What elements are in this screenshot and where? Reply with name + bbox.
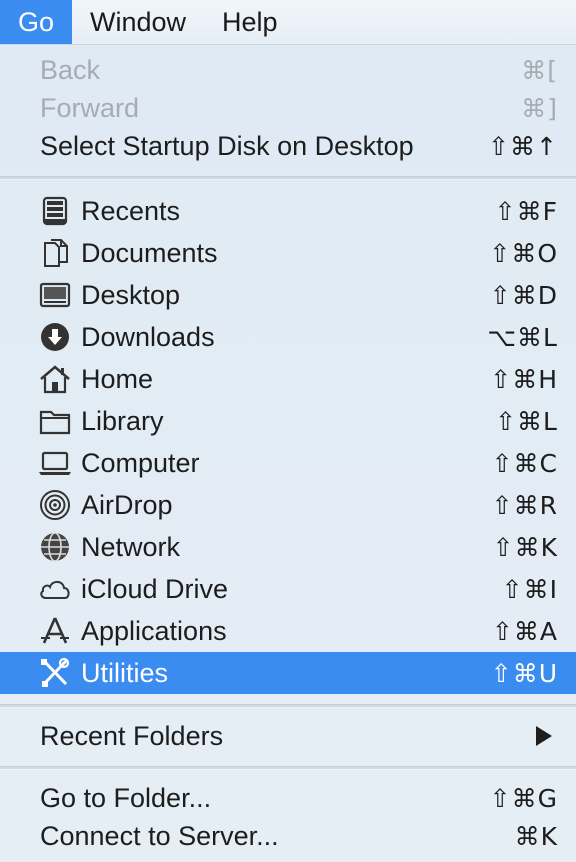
menu-go[interactable]: Go [0,0,72,44]
menu-item-shortcut: ⇧⌘O [489,238,558,268]
menu-item-forward[interactable]: Forward ⌘] [0,89,576,127]
menu-item-icloud-drive[interactable]: iCloud Drive ⇧⌘I [0,568,576,610]
recents-icon [38,194,72,228]
menu-item-shortcut: ⇧⌘A [491,616,558,646]
network-globe-icon [38,530,72,564]
computer-icon [38,446,72,480]
menu-item-shortcut: ⇧⌘U [490,658,558,688]
menu-item-recents[interactable]: Recents ⇧⌘F [0,190,576,232]
menu-item-label: Connect to Server... [40,820,279,851]
menu-item-shortcut: ⇧⌘F [494,196,558,226]
menu-item-label: Computer [81,447,200,478]
go-menu-dropdown: Back ⌘[ Forward ⌘] Select Startup Disk o… [0,45,576,862]
desktop-icon [38,278,72,312]
menu-item-utilities[interactable]: Utilities ⇧⌘U [0,652,576,694]
menu-item-shortcut: ⇧⌘K [492,532,558,562]
menu-separator [0,766,576,770]
menu-item-shortcut: ⌘] [521,93,558,123]
menu-item-shortcut: ⇧⌘I [501,574,558,604]
menu-item-label: Forward [40,92,140,123]
menu-item-shortcut: ⇧⌘C [491,448,558,478]
menu-item-label: Select Startup Disk on Desktop [40,130,414,161]
menu-item-back[interactable]: Back ⌘[ [0,51,576,89]
menu-item-network[interactable]: Network ⇧⌘K [0,526,576,568]
menu-item-shortcut: ⇧⌘R [491,490,558,520]
menu-item-downloads[interactable]: Downloads ⌥⌘L [0,316,576,358]
menu-separator [0,704,576,708]
menu-item-connect-to-server[interactable]: Connect to Server... ⌘K [0,817,576,855]
menu-item-label: Network [81,531,181,562]
menu-item-label: AirDrop [81,489,173,520]
menu-item-applications[interactable]: Applications ⇧⌘A [0,610,576,652]
menu-item-label: Back [40,54,101,85]
menu-item-computer[interactable]: Computer ⇧⌘C [0,442,576,484]
menu-item-label: Applications [81,615,227,646]
menu-item-library[interactable]: Library ⇧⌘L [0,400,576,442]
downloads-icon [38,320,72,354]
menu-item-shortcut: ⌥⌘L [487,322,558,352]
menu-item-label: Library [81,405,164,436]
airdrop-icon [38,488,72,522]
menu-item-label: iCloud Drive [81,573,229,604]
menu-item-shortcut: ⇧⌘↑ [488,131,558,161]
menu-window[interactable]: Window [72,0,204,44]
menu-item-label: Home [81,363,154,394]
documents-icon [38,236,72,270]
menu-separator [0,176,576,180]
home-icon [38,362,72,396]
menu-item-label: Go to Folder... [40,782,212,813]
menu-item-label: Downloads [81,321,215,352]
menu-item-label: Documents [81,237,218,268]
menu-item-shortcut: ⌘K [514,821,558,851]
cloud-icon [38,572,72,606]
menu-item-select-startup-disk[interactable]: Select Startup Disk on Desktop ⇧⌘↑ [0,127,576,165]
menu-item-shortcut: ⌘[ [521,55,558,85]
utilities-tools-icon [38,656,72,690]
menu-help[interactable]: Help [204,0,296,44]
applications-icon [38,614,72,648]
menu-item-label: Recent Folders [40,720,224,751]
menu-item-home[interactable]: Home ⇧⌘H [0,358,576,400]
menu-item-label: Utilities [81,657,169,688]
menu-item-shortcut: ⇧⌘L [495,406,558,436]
menu-item-desktop[interactable]: Desktop ⇧⌘D [0,274,576,316]
menu-item-airdrop[interactable]: AirDrop ⇧⌘R [0,484,576,526]
menu-item-label: Recents [81,195,181,226]
submenu-arrow-icon [536,726,552,746]
menu-item-shortcut: ⇧⌘H [490,364,558,394]
menu-item-go-to-folder[interactable]: Go to Folder... ⇧⌘G [0,779,576,817]
menu-bar: Go Window Help [0,0,576,45]
menu-item-label: Desktop [81,279,181,310]
menu-item-shortcut: ⇧⌘G [489,783,558,813]
menu-item-shortcut: ⇧⌘D [489,280,558,310]
menu-item-recent-folders[interactable]: Recent Folders [0,716,576,756]
menu-item-documents[interactable]: Documents ⇧⌘O [0,232,576,274]
folder-icon [38,404,72,438]
